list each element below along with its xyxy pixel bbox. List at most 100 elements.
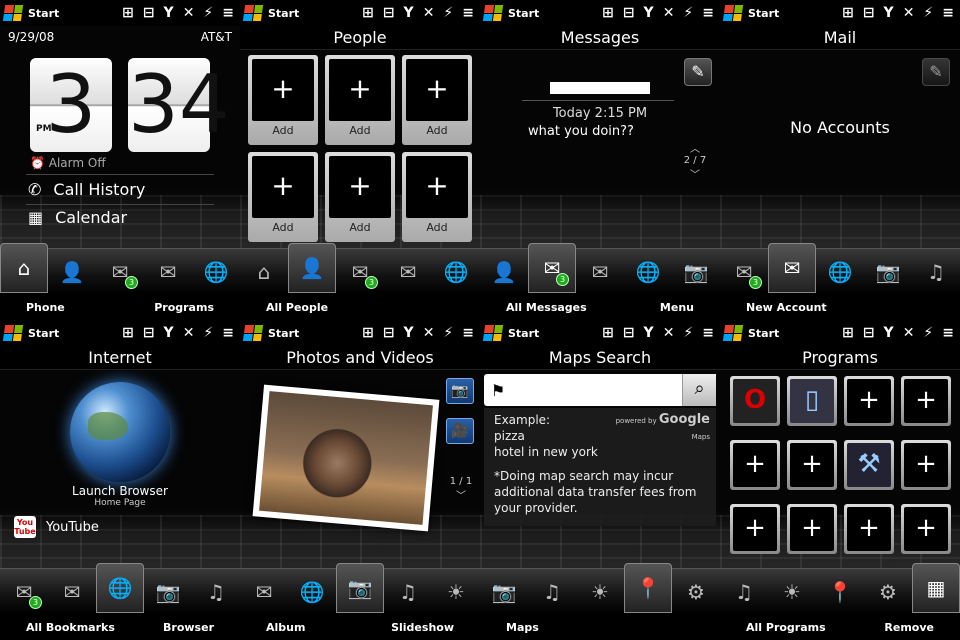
add-program-slot[interactable]: + (901, 376, 951, 426)
softkey-right[interactable]: Slideshow (391, 621, 454, 634)
tab-programs[interactable]: ▦ (912, 562, 960, 613)
add-program-slot[interactable]: + (844, 376, 894, 426)
youtube-link[interactable]: You Tube YouTube (14, 516, 99, 538)
tab-home[interactable]: ⌂ (0, 242, 48, 293)
data-icon[interactable]: ✕ (183, 5, 195, 21)
signal-icon[interactable]: Y (164, 5, 174, 21)
add-program-slot[interactable]: + (844, 504, 894, 554)
softkey-right[interactable]: Programs (154, 301, 214, 314)
tab-weather[interactable]: ☀ (768, 569, 816, 615)
battery-icon[interactable]: ⊟ (143, 325, 155, 341)
connectivity-icon[interactable]: ⊞ (122, 5, 134, 21)
data-icon[interactable]: ✕ (663, 325, 675, 341)
softkey-left[interactable]: Maps (506, 621, 539, 634)
video-camera-button[interactable]: 🎥 (446, 418, 474, 444)
signal-icon[interactable]: Y (884, 325, 894, 341)
connectivity-icon[interactable]: ⊞ (122, 325, 134, 341)
tab-mail[interactable]: ✉ (48, 569, 96, 615)
add-contact-card[interactable]: + Add (248, 152, 318, 242)
power-icon[interactable]: ⚡ (923, 325, 933, 341)
tab-mail[interactable]: ✉ (144, 249, 192, 295)
map-search-input[interactable] (512, 376, 682, 404)
tab-internet[interactable]: 🌐 (816, 249, 864, 295)
add-program-slot[interactable]: + (787, 440, 837, 490)
softkey-left[interactable]: Album (266, 621, 305, 634)
add-program-slot[interactable]: + (787, 504, 837, 554)
tab-internet[interactable]: 🌐 (192, 249, 240, 295)
power-icon[interactable]: ⚡ (443, 325, 453, 341)
add-contact-card[interactable]: + Add (402, 152, 472, 242)
tab-settings[interactable]: ⚙ (864, 569, 912, 615)
power-icon[interactable]: ⚡ (443, 5, 453, 21)
tab-music[interactable]: ♫ (720, 569, 768, 615)
power-icon[interactable]: ⚡ (683, 325, 693, 341)
power-icon[interactable]: ⚡ (203, 325, 213, 341)
menu-icon[interactable]: ≡ (942, 5, 954, 21)
tab-messages[interactable]: ✉ 3 (528, 242, 576, 293)
tab-people[interactable]: 👤 (48, 249, 96, 295)
data-icon[interactable]: ✕ (423, 325, 435, 341)
tab-mail[interactable]: ✉ (768, 242, 816, 293)
program-tools[interactable]: ⚒ (844, 440, 894, 490)
menu-icon[interactable]: ≡ (702, 5, 714, 21)
tab-photos[interactable]: 📷 (864, 249, 912, 295)
calendar-link[interactable]: ▦ Calendar (28, 208, 127, 227)
add-contact-card[interactable]: + Add (325, 55, 395, 145)
tab-mail[interactable]: ✉ (576, 249, 624, 295)
connectivity-icon[interactable]: ⊞ (362, 5, 374, 21)
tab-internet[interactable]: 🌐 (432, 249, 480, 295)
softkey-left[interactable]: All Programs (746, 621, 826, 634)
start-button[interactable]: Start (0, 325, 104, 341)
tab-people[interactable]: 👤 (288, 242, 336, 293)
battery-icon[interactable]: ⊟ (863, 325, 875, 341)
power-icon[interactable]: ⚡ (923, 5, 933, 21)
add-program-slot[interactable]: + (901, 440, 951, 490)
chevron-up-icon[interactable]: ︿ (680, 140, 710, 155)
alarm-status[interactable]: ⏰ Alarm Off (30, 156, 106, 170)
tab-music[interactable]: ♫ (912, 249, 960, 295)
tab-settings[interactable]: ⚙ (672, 569, 720, 615)
chevron-down-icon[interactable]: ﹀ (680, 166, 710, 181)
tab-photos[interactable]: 📷 (480, 569, 528, 615)
tab-mail[interactable]: ✉ (240, 569, 288, 615)
signal-icon[interactable]: Y (404, 325, 414, 341)
menu-icon[interactable]: ≡ (222, 5, 234, 21)
start-button[interactable]: Start (480, 325, 584, 341)
add-program-slot[interactable]: + (730, 504, 780, 554)
tab-people[interactable]: 👤 (480, 249, 528, 295)
tab-maps[interactable]: 📍 (624, 562, 672, 613)
battery-icon[interactable]: ⊟ (863, 5, 875, 21)
program-opera[interactable]: O (730, 376, 780, 426)
camera-button[interactable]: 📷 (446, 378, 474, 404)
tab-mail[interactable]: ✉ (384, 249, 432, 295)
tab-internet[interactable]: 🌐 (288, 569, 336, 615)
softkey-left[interactable]: All Bookmarks (26, 621, 115, 634)
menu-icon[interactable]: ≡ (942, 325, 954, 341)
start-button[interactable]: Start (480, 5, 584, 21)
tab-messages[interactable]: ✉ 3 (720, 249, 768, 295)
start-button[interactable]: Start (0, 5, 104, 21)
tab-music[interactable]: ♫ (528, 569, 576, 615)
signal-icon[interactable]: Y (164, 325, 174, 341)
call-history-link[interactable]: ✆ Call History (28, 180, 145, 199)
power-icon[interactable]: ⚡ (683, 5, 693, 21)
add-contact-card[interactable]: + Add (325, 152, 395, 242)
add-contact-card[interactable]: + Add (248, 55, 318, 145)
globe-icon[interactable] (70, 382, 170, 482)
compose-button[interactable]: ✎ (684, 58, 712, 86)
tab-music[interactable]: ♫ (384, 569, 432, 615)
softkey-left[interactable]: New Account (746, 301, 827, 314)
tab-photos[interactable]: 📷 (144, 569, 192, 615)
signal-icon[interactable]: Y (644, 325, 654, 341)
signal-icon[interactable]: Y (644, 5, 654, 21)
battery-icon[interactable]: ⊟ (623, 325, 635, 341)
data-icon[interactable]: ✕ (183, 325, 195, 341)
start-button[interactable]: Start (240, 325, 344, 341)
signal-icon[interactable]: Y (404, 5, 414, 21)
clock-hour[interactable]: 3 PM (30, 58, 112, 152)
photo-thumbnail[interactable] (252, 384, 440, 532)
tab-music[interactable]: ♫ (192, 569, 240, 615)
start-button[interactable]: Start (720, 5, 824, 21)
battery-icon[interactable]: ⊟ (623, 5, 635, 21)
add-program-slot[interactable]: + (901, 504, 951, 554)
